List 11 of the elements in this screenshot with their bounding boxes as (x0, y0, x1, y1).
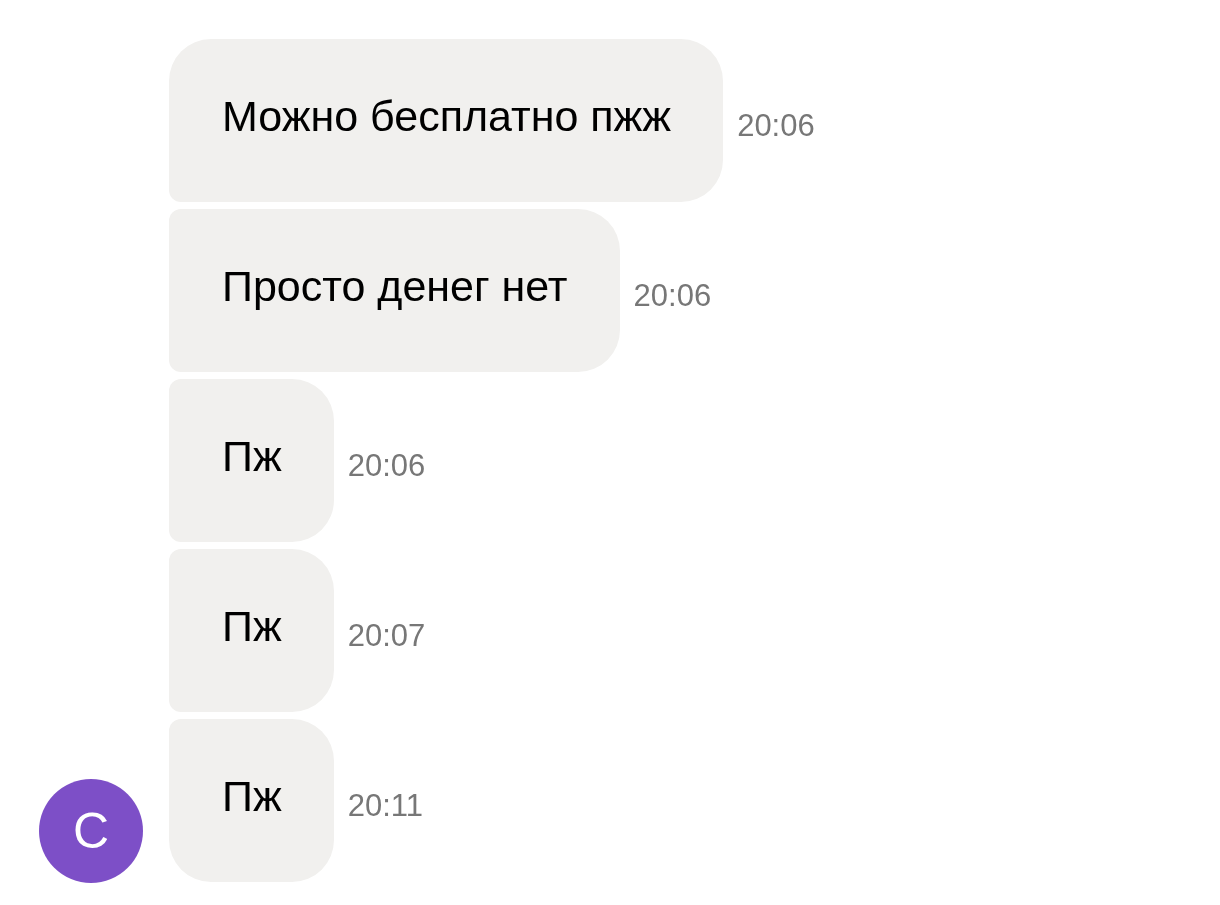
message-bubble: Просто денег нет (169, 209, 620, 372)
message-time: 20:06 (347, 446, 426, 484)
message-time: 20:06 (737, 106, 815, 144)
message-time: 20:11 (347, 786, 423, 824)
avatar: С (39, 779, 143, 883)
message-bubble: Пж (169, 379, 334, 542)
message-bubble: Можно бесплатно пжж (169, 39, 724, 202)
message-time: 20:07 (347, 616, 426, 654)
message-time: 20:06 (633, 276, 712, 314)
message-bubble: Пж (169, 719, 334, 882)
message-bubble: Пж (169, 549, 334, 712)
